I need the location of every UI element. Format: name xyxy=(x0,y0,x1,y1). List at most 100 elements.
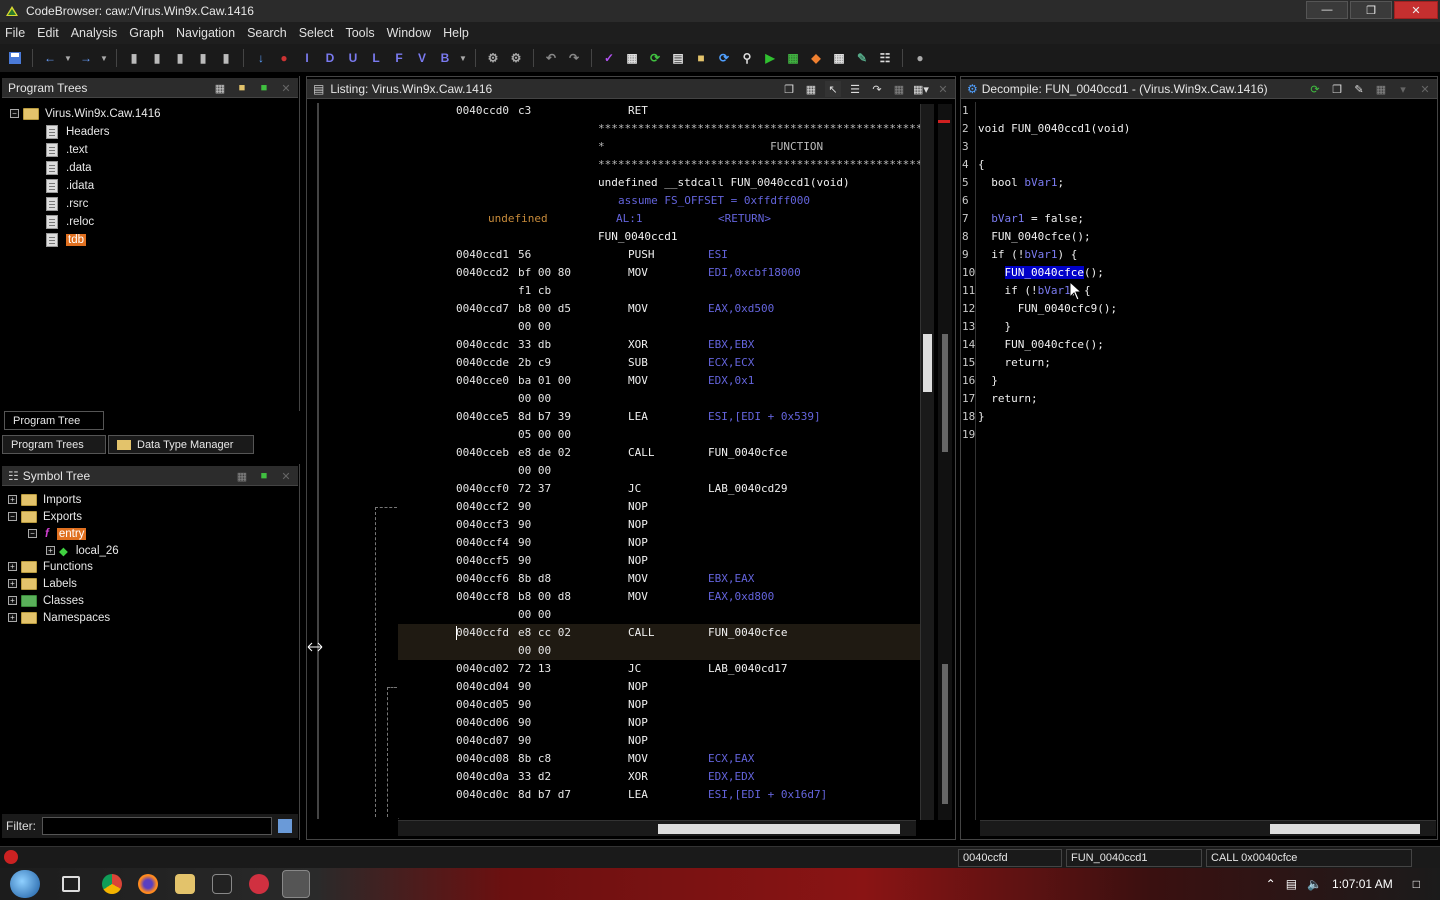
listing-row[interactable]: 0040cd07 90 NOP xyxy=(398,732,920,750)
listing-row[interactable]: 0040cd0a 33 d2 XOR EDX,EDX xyxy=(398,768,920,786)
listing-row[interactable]: 0040cd04 90 NOP xyxy=(398,678,920,696)
nav-data-button[interactable]: D xyxy=(321,49,339,67)
tool-icon-1[interactable]: ⚙ xyxy=(484,49,502,67)
listing-row[interactable]: 0040ccd2 bf 00 80 MOV EDI,0xcbf18000 xyxy=(398,264,920,282)
expand-icon[interactable]: + xyxy=(8,495,17,504)
redo-icon[interactable]: ↷ xyxy=(565,49,583,67)
symbol-entry[interactable]: − f entry xyxy=(28,525,87,542)
filter-options-icon[interactable] xyxy=(278,819,292,833)
decompile-line[interactable]: void FUN_0040ccd1(void) xyxy=(978,122,1130,140)
nav-instruction-button[interactable]: I xyxy=(298,49,316,67)
open-folder-icon[interactable]: ■ xyxy=(234,80,250,96)
listing-row[interactable]: 0040ccd0 c3 RET xyxy=(398,102,920,120)
decompile-line[interactable]: FUN_0040cfc9(); xyxy=(978,302,1117,320)
decompile-hscroll[interactable] xyxy=(980,820,1436,836)
hierarchy-icon[interactable]: ☷ xyxy=(876,49,894,67)
flow-arrows-icon[interactable]: ↷ xyxy=(869,81,885,97)
copy-icon[interactable]: ❐ xyxy=(781,81,797,97)
listing-options-icon[interactable]: ▦▾ xyxy=(913,81,929,97)
listing-row[interactable]: * FUNCTION xyxy=(398,138,920,156)
nav-doc-icon-3[interactable]: ▮ xyxy=(171,49,189,67)
variable-token[interactable]: bVar1 xyxy=(1038,284,1071,297)
new-tree-icon[interactable]: ▦ xyxy=(212,80,228,96)
menu-file[interactable]: File xyxy=(5,26,25,40)
back-arrow-icon[interactable]: ← xyxy=(41,49,59,67)
forward-dropdown-icon[interactable]: ▼ xyxy=(100,49,108,67)
close-panel-icon[interactable]: ✕ xyxy=(278,468,294,484)
menu-help[interactable]: Help xyxy=(443,26,469,40)
decompile-line[interactable]: FUN_0040cfce(); xyxy=(978,338,1103,356)
listing-row[interactable]: 0040ccf2 90 NOP xyxy=(398,498,920,516)
table-icon[interactable]: ▦ xyxy=(830,49,848,67)
listing-row[interactable]: 00 00 xyxy=(398,318,920,336)
expand-icon[interactable]: + xyxy=(8,596,17,605)
tree-item-headers[interactable]: Headers xyxy=(46,123,109,140)
listing-row[interactable]: 0040ccf0 72 37 JC LAB_0040cd29 xyxy=(398,480,920,498)
symbol-add-icon[interactable]: ▦ xyxy=(234,468,250,484)
tab-program-trees[interactable]: Program Trees xyxy=(2,435,106,454)
listing-row[interactable]: 0040cceb e8 de 02 CALL FUN_0040cfce xyxy=(398,444,920,462)
task-view-icon[interactable] xyxy=(62,876,80,892)
paste-icon[interactable]: ▦ xyxy=(803,81,819,97)
tab-program-tree[interactable]: Program Tree xyxy=(4,411,104,430)
help-icon[interactable]: ● xyxy=(911,49,929,67)
variable-token[interactable]: bVar1 xyxy=(1024,248,1057,261)
expand-icon[interactable]: + xyxy=(8,579,17,588)
close-panel-icon[interactable]: ✕ xyxy=(278,80,294,96)
clock[interactable]: 1:07:01 AM xyxy=(1332,877,1393,891)
menu-edit[interactable]: Edit xyxy=(37,26,59,40)
listing-row[interactable]: 0040cce5 8d b7 39 LEA ESI,[EDI + 0x539] xyxy=(398,408,920,426)
listing-vscroll-thumb[interactable] xyxy=(923,334,932,392)
listing-row[interactable]: f1 cb xyxy=(398,282,920,300)
expand-icon[interactable]: + xyxy=(8,613,17,622)
decompile-body[interactable]: void FUN_0040ccd1(void) { bool bVar1; bVa… xyxy=(976,102,1434,820)
memory-icon[interactable]: ▤ xyxy=(669,49,687,67)
nav-doc-icon-2[interactable]: ▮ xyxy=(148,49,166,67)
listing-row[interactable]: 0040ccfd e8 cc 02 CALL FUN_0040cfce xyxy=(398,624,920,642)
decompile-line[interactable]: } xyxy=(978,320,1011,338)
close-panel-icon[interactable]: ✕ xyxy=(935,81,951,97)
decompile-line[interactable]: return; xyxy=(978,392,1037,410)
field-layout-icon[interactable]: ☰ xyxy=(847,81,863,97)
stop-icon[interactable]: ● xyxy=(275,49,293,67)
listing-row[interactable]: 0040ccdc 33 db XOR EBX,EBX xyxy=(398,336,920,354)
ghidra-taskbar-icon[interactable] xyxy=(282,870,310,898)
listing-row[interactable]: ****************************************… xyxy=(398,120,920,138)
tree-item-reloc[interactable]: .reloc xyxy=(46,213,94,230)
symbol-namespaces[interactable]: + Namespaces xyxy=(8,609,110,626)
listing-row[interactable]: undefined __stdcall FUN_0040ccd1(void) xyxy=(398,174,920,192)
listing-row[interactable]: 0040ccf4 90 NOP xyxy=(398,534,920,552)
edit-signature-icon[interactable]: ✎ xyxy=(1351,81,1367,97)
decompile-line[interactable]: { xyxy=(978,158,985,176)
undo-icon[interactable]: ↶ xyxy=(542,49,560,67)
nav-label-button[interactable]: L xyxy=(367,49,385,67)
listing-row[interactable]: 0040ccf8 b8 00 d8 MOV EAX,0xd800 xyxy=(398,588,920,606)
decompile-line[interactable]: } xyxy=(978,410,985,428)
network-icon[interactable]: ▤ xyxy=(1286,877,1297,891)
expand-icon[interactable]: + xyxy=(8,562,17,571)
bookmark-dropdown-icon[interactable]: ▼ xyxy=(459,49,467,67)
symbol-save-icon[interactable]: ■ xyxy=(256,468,272,484)
check-icon[interactable]: ✓ xyxy=(600,49,618,67)
decompile-line[interactable]: if (!bVar1) { xyxy=(978,248,1077,266)
decompile-line[interactable]: return; xyxy=(978,356,1050,374)
menu-analysis[interactable]: Analysis xyxy=(71,26,118,40)
listing-row[interactable]: 0040ccd1 56 PUSH ESI xyxy=(398,246,920,264)
nav-doc-icon-5[interactable]: ▮ xyxy=(217,49,235,67)
download-arrow-icon[interactable]: ↓ xyxy=(252,49,270,67)
snapshot-icon[interactable]: ▦ xyxy=(1373,81,1389,97)
listing-row[interactable]: 0040ccf3 90 NOP xyxy=(398,516,920,534)
listing-row[interactable]: 00 00 xyxy=(398,390,920,408)
forward-arrow-icon[interactable]: → xyxy=(77,49,95,67)
collapse-icon[interactable]: − xyxy=(8,512,17,521)
collapse-icon[interactable]: − xyxy=(10,109,19,118)
listing-row[interactable]: 0040ccd7 b8 00 d5 MOV EAX,0xd500 xyxy=(398,300,920,318)
menu-search[interactable]: Search xyxy=(247,26,287,40)
collapse-icon[interactable]: − xyxy=(28,529,37,538)
tree-item-data[interactable]: .data xyxy=(46,159,92,176)
nav-bookmark-button[interactable]: B xyxy=(436,49,454,67)
nav-value-button[interactable]: V xyxy=(413,49,431,67)
nav-doc-icon-1[interactable]: ▮ xyxy=(125,49,143,67)
expand-icon[interactable]: + xyxy=(46,546,55,555)
decompile-hscroll-thumb[interactable] xyxy=(1270,824,1420,834)
